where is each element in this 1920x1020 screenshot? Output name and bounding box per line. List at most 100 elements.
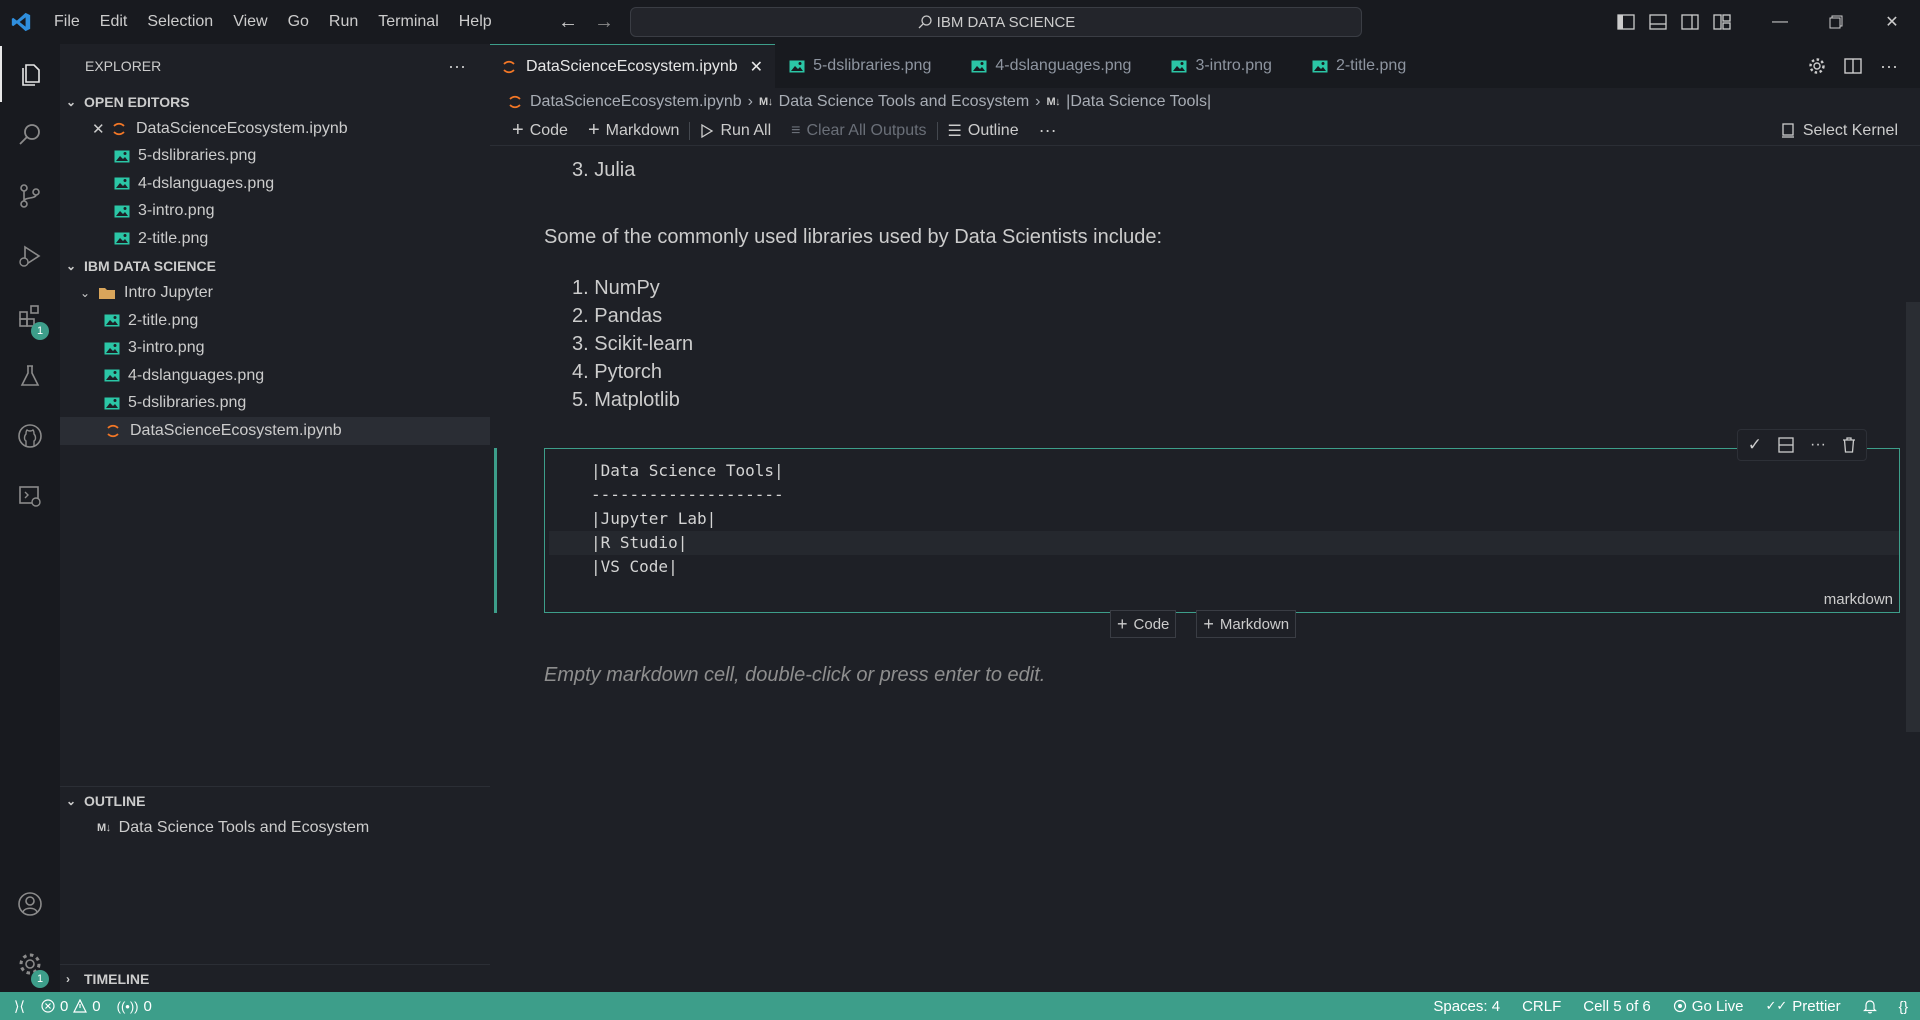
- toggle-primary-sidebar-icon[interactable]: [1610, 14, 1642, 30]
- open-editor-item[interactable]: 2-title.png: [60, 225, 490, 253]
- more-actions-icon[interactable]: ···: [1880, 56, 1898, 77]
- file-item[interactable]: 4-dslanguages.png: [60, 362, 490, 390]
- tab-4-dslanguages[interactable]: 4-dslanguages.png: [959, 44, 1159, 88]
- breadcrumb-file[interactable]: DataScienceEcosystem.ipynb: [530, 93, 742, 111]
- file-item[interactable]: 2-title.png: [60, 307, 490, 335]
- cell-language-indicator[interactable]: markdown: [1824, 591, 1893, 608]
- ports-count: 0: [143, 997, 152, 1015]
- remote-icon[interactable]: ⟩⟨: [14, 998, 25, 1015]
- close-icon[interactable]: ✕: [750, 57, 763, 77]
- braces-icon[interactable]: {}: [1899, 998, 1908, 1014]
- run-debug-icon: [19, 245, 41, 267]
- menu-edit[interactable]: Edit: [90, 0, 138, 44]
- add-markdown-cell-button[interactable]: + Markdown: [578, 119, 690, 142]
- tab-5-dslibraries[interactable]: 5-dslibraries.png: [775, 44, 959, 88]
- window-controls: — ✕: [1610, 0, 1920, 44]
- clear-outputs-label: Clear All Outputs: [806, 121, 927, 139]
- go-live-button[interactable]: Go Live: [1673, 998, 1743, 1015]
- tab-3-intro[interactable]: 3-intro.png: [1159, 44, 1300, 88]
- open-editor-item[interactable]: 4-dslanguages.png: [60, 170, 490, 198]
- problems-status[interactable]: 0 0: [41, 998, 101, 1015]
- file-item[interactable]: 3-intro.png: [60, 335, 490, 363]
- customize-layout-icon[interactable]: [1706, 14, 1738, 30]
- menu-go[interactable]: Go: [278, 0, 319, 44]
- manage-activity[interactable]: 1: [0, 936, 60, 992]
- status-bar: ⟩⟨ 0 0 ((•)) 0 Spaces: 4 CRLF Cell 5 of …: [0, 992, 1920, 1020]
- ports-status[interactable]: ((•)) 0: [117, 998, 152, 1015]
- kernel-label: Select Kernel: [1802, 122, 1898, 139]
- folder-item[interactable]: ⌄ Intro Jupyter: [60, 280, 490, 308]
- error-icon: [41, 999, 55, 1013]
- close-icon[interactable]: ✕: [92, 120, 112, 138]
- markdown-icon: M↓: [97, 822, 111, 834]
- split-editor-icon[interactable]: [1844, 58, 1862, 74]
- add-code-cell-button[interactable]: + Code: [502, 119, 578, 142]
- open-editor-item[interactable]: 3-intro.png: [60, 198, 490, 226]
- jupyter-notebook-icon: [113, 122, 125, 135]
- minimize-button[interactable]: —: [1752, 13, 1808, 31]
- run-debug-activity[interactable]: [0, 228, 60, 284]
- menu-help[interactable]: Help: [449, 0, 502, 44]
- menu-terminal[interactable]: Terminal: [368, 0, 448, 44]
- menu-file[interactable]: File: [44, 0, 90, 44]
- file-item[interactable]: 5-dslibraries.png: [60, 390, 490, 418]
- remote-explorer-activity[interactable]: [0, 468, 60, 524]
- file-item-selected[interactable]: DataScienceEcosystem.ipynb: [60, 417, 490, 445]
- toggle-panel-icon[interactable]: [1642, 14, 1674, 30]
- eol-status[interactable]: CRLF: [1522, 998, 1561, 1015]
- cell-position-status[interactable]: Cell 5 of 6: [1583, 998, 1651, 1015]
- select-kernel-button[interactable]: Select Kernel: [1781, 116, 1898, 146]
- warning-icon: [73, 999, 88, 1013]
- gear-icon[interactable]: [1808, 57, 1826, 75]
- outline-item[interactable]: M↓ Data Science Tools and Ecosystem: [60, 814, 490, 842]
- prettier-status[interactable]: ✓✓ Prettier: [1765, 998, 1840, 1015]
- restore-button[interactable]: [1808, 15, 1864, 29]
- back-arrow-icon[interactable]: ←: [558, 11, 578, 34]
- more-actions-icon[interactable]: ···: [448, 56, 466, 77]
- indentation-status[interactable]: Spaces: 4: [1433, 998, 1500, 1015]
- menu-selection[interactable]: Selection: [137, 0, 223, 44]
- image-file-icon: [971, 60, 987, 73]
- open-editors-title: OPEN EDITORS: [84, 93, 190, 110]
- timeline-header[interactable]: › TIMELINE: [60, 965, 490, 992]
- insert-code-cell-button[interactable]: + Code: [1110, 610, 1177, 638]
- toggle-secondary-sidebar-icon[interactable]: [1674, 14, 1706, 30]
- menu-view[interactable]: View: [223, 0, 277, 44]
- source-control-activity[interactable]: [0, 168, 60, 224]
- run-all-button[interactable]: Run All: [690, 122, 781, 140]
- testing-activity[interactable]: [0, 348, 60, 404]
- open-editor-item[interactable]: ✕ DataScienceEcosystem.ipynb: [60, 115, 490, 143]
- forward-arrow-icon[interactable]: →: [594, 11, 614, 34]
- empty-markdown-cell[interactable]: Empty markdown cell, double-click or pre…: [544, 664, 1045, 687]
- cell-source[interactable]: |Data Science Tools| -------------------…: [549, 449, 1899, 579]
- open-editor-item[interactable]: 5-dslibraries.png: [60, 143, 490, 171]
- outline-button[interactable]: ☰ Outline: [938, 121, 1029, 141]
- scrollbar-thumb[interactable]: [1906, 302, 1920, 732]
- workspace-header[interactable]: ⌄ IBM DATA SCIENCE: [60, 253, 490, 280]
- accounts-activity[interactable]: [0, 876, 60, 932]
- extensions-activity[interactable]: 1: [0, 288, 60, 344]
- nav-arrows: ← →: [558, 0, 614, 44]
- breadcrumb-heading[interactable]: Data Science Tools and Ecosystem: [779, 93, 1030, 111]
- explorer-activity[interactable]: [0, 46, 60, 102]
- outline-header[interactable]: ⌄ OUTLINE: [60, 787, 490, 814]
- breadcrumb-cell[interactable]: |Data Science Tools|: [1066, 93, 1211, 111]
- github-activity[interactable]: [0, 408, 60, 464]
- open-editors-header[interactable]: ⌄ OPEN EDITORS: [60, 88, 490, 115]
- command-center-search[interactable]: IBM DATA SCIENCE: [630, 7, 1362, 37]
- clear-all-outputs-button[interactable]: ≡ Clear All Outputs: [781, 122, 936, 140]
- markdown-cell-editor[interactable]: ✓ ··· |Data Science Tools| -------------…: [544, 429, 1900, 613]
- plus-icon: +: [587, 119, 600, 141]
- search-activity[interactable]: [0, 107, 60, 163]
- tab-datascienceecosystem[interactable]: DataScienceEcosystem.ipynb ✕: [490, 44, 776, 88]
- editor-area: DataScienceEcosystem.ipynb ✕ 5-dslibrari…: [490, 44, 1920, 992]
- close-window-button[interactable]: ✕: [1864, 12, 1920, 32]
- code-line: --------------------: [591, 485, 784, 504]
- bell-icon[interactable]: [1862, 999, 1877, 1014]
- jupyter-notebook-icon: [107, 424, 119, 437]
- tab-2-title[interactable]: 2-title.png: [1300, 44, 1434, 88]
- more-actions-icon[interactable]: ···: [1029, 120, 1067, 141]
- workspace-title: IBM DATA SCIENCE: [84, 258, 216, 274]
- insert-markdown-cell-button[interactable]: + Markdown: [1196, 610, 1297, 638]
- menu-run[interactable]: Run: [319, 0, 368, 44]
